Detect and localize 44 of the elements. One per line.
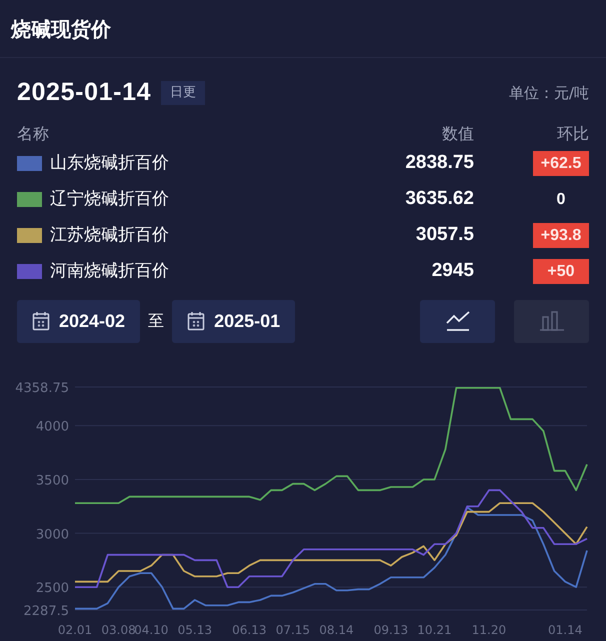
bar-chart-icon <box>538 309 564 333</box>
row-name: 辽宁烧碱折百价 <box>50 188 170 211</box>
y-axis-label: 4358.75 <box>15 380 69 396</box>
change-tag: +93.8 <box>533 223 589 248</box>
change-tag: +62.5 <box>533 151 589 176</box>
row-value: 3057.5 <box>414 223 474 248</box>
row-value: 2945 <box>430 259 474 284</box>
row-value: 3635.62 <box>404 187 474 212</box>
y-axis-label: 2287.5 <box>24 604 69 618</box>
y-axis-label: 2500 <box>36 580 69 596</box>
row-value: 2838.75 <box>404 151 474 176</box>
x-axis-label: 09.13 <box>374 622 408 636</box>
row-name: 江苏烧碱折百价 <box>50 224 170 247</box>
x-axis-label: 11.20 <box>472 622 506 636</box>
unit-label: 单位：元/吨 <box>508 82 589 104</box>
x-axis-label: 08.14 <box>319 622 354 636</box>
start-date-button[interactable]: 2024-02 <box>17 300 140 342</box>
date-text: 2025-01-14 <box>17 77 152 108</box>
column-header: 环比 <box>556 122 589 144</box>
change-tag: 0 <box>533 187 589 212</box>
x-axis-label: 03.08 <box>101 622 136 636</box>
column-header: 名称 <box>17 122 50 144</box>
row-name: 山东烧碱折百价 <box>50 152 170 175</box>
range-separator: 至 <box>148 310 164 332</box>
page-title: 烧碱现货价 <box>11 16 111 42</box>
x-axis-label: 04.10 <box>134 622 168 636</box>
chart-type-button[interactable] <box>420 300 495 342</box>
y-axis-label: 3500 <box>36 472 69 488</box>
change-tag: +50 <box>533 259 589 284</box>
y-axis-label: 4000 <box>36 419 69 434</box>
row-name: 河南烧碱折百价 <box>50 260 170 283</box>
column-header: 数值 <box>441 122 474 144</box>
y-axis-label: 3000 <box>36 526 69 542</box>
end-date-button[interactable]: 2025-01 <box>172 300 296 342</box>
line-chart-icon <box>444 309 470 333</box>
x-axis-label: 01.14 <box>548 622 582 636</box>
x-axis-label: 05.13 <box>178 622 212 636</box>
x-axis-label: 07.15 <box>276 622 310 636</box>
calendar-icon <box>32 311 50 331</box>
update-tag: 日更 <box>161 81 206 104</box>
x-axis-label: 06.13 <box>232 622 266 636</box>
calendar-icon <box>187 311 206 331</box>
x-axis-label: 10.21 <box>417 622 452 636</box>
x-axis-label: 02.01 <box>58 622 92 636</box>
